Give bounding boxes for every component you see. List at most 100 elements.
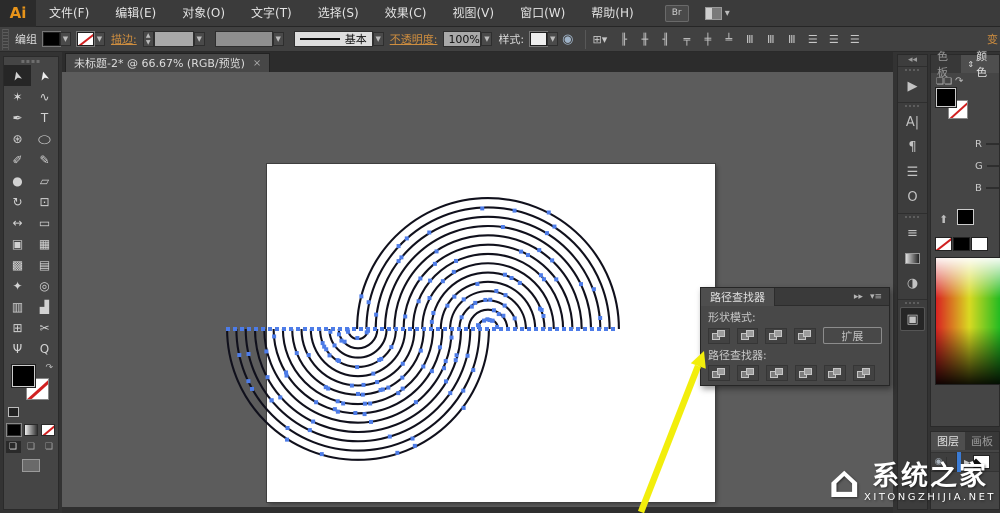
trim-button[interactable]	[737, 365, 759, 381]
pencil-tool[interactable]: ✎	[31, 149, 58, 170]
outline-button[interactable]	[824, 365, 846, 381]
workspace-switcher[interactable]: ▾	[705, 7, 730, 20]
appearance-panel-icon[interactable]: ≡	[900, 221, 925, 245]
tab-画板[interactable]: 画板	[965, 432, 999, 450]
graph-tool[interactable]: ▟	[31, 296, 58, 317]
color-mode-button[interactable]	[7, 424, 21, 436]
menu-item-1[interactable]: 编辑(E)	[102, 0, 169, 27]
tab-颜色[interactable]: ⇕颜色	[961, 55, 999, 73]
polar-grid-tool[interactable]: ⊛	[4, 128, 31, 149]
gradient-panel-icon[interactable]	[900, 246, 925, 270]
transform-menu-icon[interactable]: ⊞▾	[593, 33, 608, 46]
stroke-dropdown[interactable]: ▼	[94, 32, 105, 46]
align-left-icon[interactable]: ╟	[614, 31, 633, 48]
actions-panel-icon[interactable]: ▶	[900, 74, 925, 98]
stroke-weight-stepper[interactable]: ▲▼	[143, 31, 154, 47]
align-right-icon[interactable]: ╢	[656, 31, 675, 48]
channel-R[interactable]: R	[931, 133, 999, 155]
blob-brush-tool[interactable]: ●	[4, 170, 31, 191]
divide-button[interactable]	[708, 365, 730, 381]
recolor-artwork-icon[interactable]: ◉	[562, 32, 573, 47]
fill-color-swatch[interactable]	[43, 32, 60, 46]
menu-item-2[interactable]: 对象(O)	[169, 0, 238, 27]
shape-builder-tool[interactable]: ▣	[4, 233, 31, 254]
document-tab[interactable]: 未标题-2* @ 66.67% (RGB/预览) ×	[65, 53, 270, 72]
scale-tool[interactable]: ⊡	[31, 191, 58, 212]
distribute-left-icon[interactable]: Ⅲ	[740, 31, 759, 48]
opentype-panel-icon[interactable]: O	[900, 185, 925, 209]
minus-front-button[interactable]	[737, 328, 759, 344]
menu-item-5[interactable]: 效果(C)	[372, 0, 440, 27]
channel-G[interactable]: G	[931, 155, 999, 177]
current-color-swatch[interactable]	[957, 209, 974, 225]
pen-tool[interactable]: ✒	[4, 107, 31, 128]
distribute-h-center-icon[interactable]: Ⅲ	[761, 31, 780, 48]
stroke-weight-value[interactable]	[154, 31, 194, 47]
draw-behind-button[interactable]: ❏	[24, 441, 39, 453]
black-color-swatch[interactable]	[953, 237, 970, 251]
align-top-icon[interactable]: ╤	[677, 31, 696, 48]
menu-item-7[interactable]: 窗口(W)	[507, 0, 578, 27]
pathfinder-tab[interactable]: 路径查找器	[701, 288, 775, 306]
close-icon[interactable]: ×	[253, 58, 261, 69]
ellipse-tool[interactable]: ◯	[31, 128, 58, 149]
tab-图层[interactable]: 图层	[931, 432, 965, 450]
distribute-v-middle-icon[interactable]: ☰	[824, 31, 843, 48]
distribute-bottom-icon[interactable]: ☰	[845, 31, 864, 48]
magic-wand-tool[interactable]: ✶	[4, 86, 31, 107]
menu-item-4[interactable]: 选择(S)	[305, 0, 372, 27]
tab-色板[interactable]: 色板	[931, 55, 961, 73]
hand-tool[interactable]: Ψ	[4, 338, 31, 359]
intersect-button[interactable]	[765, 328, 787, 344]
paragraph-panel-icon[interactable]: ¶	[900, 135, 925, 159]
paragraph-styles-panel-icon[interactable]: ☰	[900, 160, 925, 184]
exclude-button[interactable]	[794, 328, 816, 344]
color-spectrum[interactable]	[935, 257, 1000, 385]
rotate-tool[interactable]: ↻	[4, 191, 31, 212]
selection-tool[interactable]: ➤	[4, 65, 31, 86]
blend-tool[interactable]: ◎	[31, 275, 58, 296]
perspective-grid-tool[interactable]: ▦	[31, 233, 58, 254]
transparency-panel-icon[interactable]: ◑	[900, 271, 925, 295]
collapse-panel-icon[interactable]: ▸▸	[854, 292, 863, 302]
artboard-tool[interactable]: ⊞	[4, 317, 31, 338]
distribute-right-icon[interactable]: Ⅲ	[782, 31, 801, 48]
white-color-swatch[interactable]	[971, 237, 988, 251]
brush-definition-dropdown[interactable]: ▼	[373, 32, 384, 46]
width-tool[interactable]: ↔	[4, 212, 31, 233]
paintbrush-tool[interactable]: ✐	[4, 149, 31, 170]
gradient-mode-button[interactable]	[24, 424, 38, 436]
align-v-middle-icon[interactable]: ╪	[698, 31, 717, 48]
slice-tool[interactable]: ✂	[31, 317, 58, 338]
eyedropper-tool[interactable]: ✦	[4, 275, 31, 296]
fill-dropdown[interactable]: ▼	[60, 32, 71, 46]
width-profile-dropdown[interactable]: ▼	[273, 32, 284, 46]
options-grip[interactable]	[2, 29, 9, 50]
align-bottom-icon[interactable]: ╧	[719, 31, 738, 48]
brush-definition-select[interactable]: 基本	[294, 31, 373, 47]
menu-item-8[interactable]: 帮助(H)	[578, 0, 646, 27]
bridge-button[interactable]: Br	[665, 5, 689, 22]
eraser-tool[interactable]: ▱	[31, 170, 58, 191]
panel-menu-icon[interactable]: ▾≡	[870, 292, 882, 302]
opacity-dropdown[interactable]: ▼	[481, 32, 492, 46]
pathfinder-panel-icon[interactable]: ▣	[900, 307, 925, 331]
mesh-tool[interactable]: ▩	[4, 254, 31, 275]
opacity-label[interactable]: 不透明度:	[390, 31, 438, 47]
opacity-value[interactable]: 100%	[443, 31, 481, 47]
character-panel-icon[interactable]: A|	[900, 110, 925, 134]
stroke-weight-label[interactable]: 描边:	[111, 31, 137, 47]
pathfinder-titlebar[interactable]: 路径查找器 ▸▸ ▾≡	[701, 288, 889, 306]
draw-normal-button[interactable]: ❏	[6, 441, 21, 453]
none-color-swatch[interactable]	[935, 237, 952, 251]
color-fill-swatch[interactable]	[936, 88, 956, 107]
stroke-weight-dropdown[interactable]: ▼	[194, 32, 205, 46]
style-dropdown[interactable]: ▼	[547, 32, 558, 46]
style-swatch[interactable]	[530, 32, 547, 46]
expand-button[interactable]: 扩展	[823, 327, 882, 344]
swap-fill-stroke-icon[interactable]: ↷	[45, 363, 53, 373]
merge-button[interactable]	[766, 365, 788, 381]
type-tool[interactable]: T	[31, 107, 58, 128]
symbol-sprayer-tool[interactable]: ▥	[4, 296, 31, 317]
menu-item-3[interactable]: 文字(T)	[238, 0, 305, 27]
